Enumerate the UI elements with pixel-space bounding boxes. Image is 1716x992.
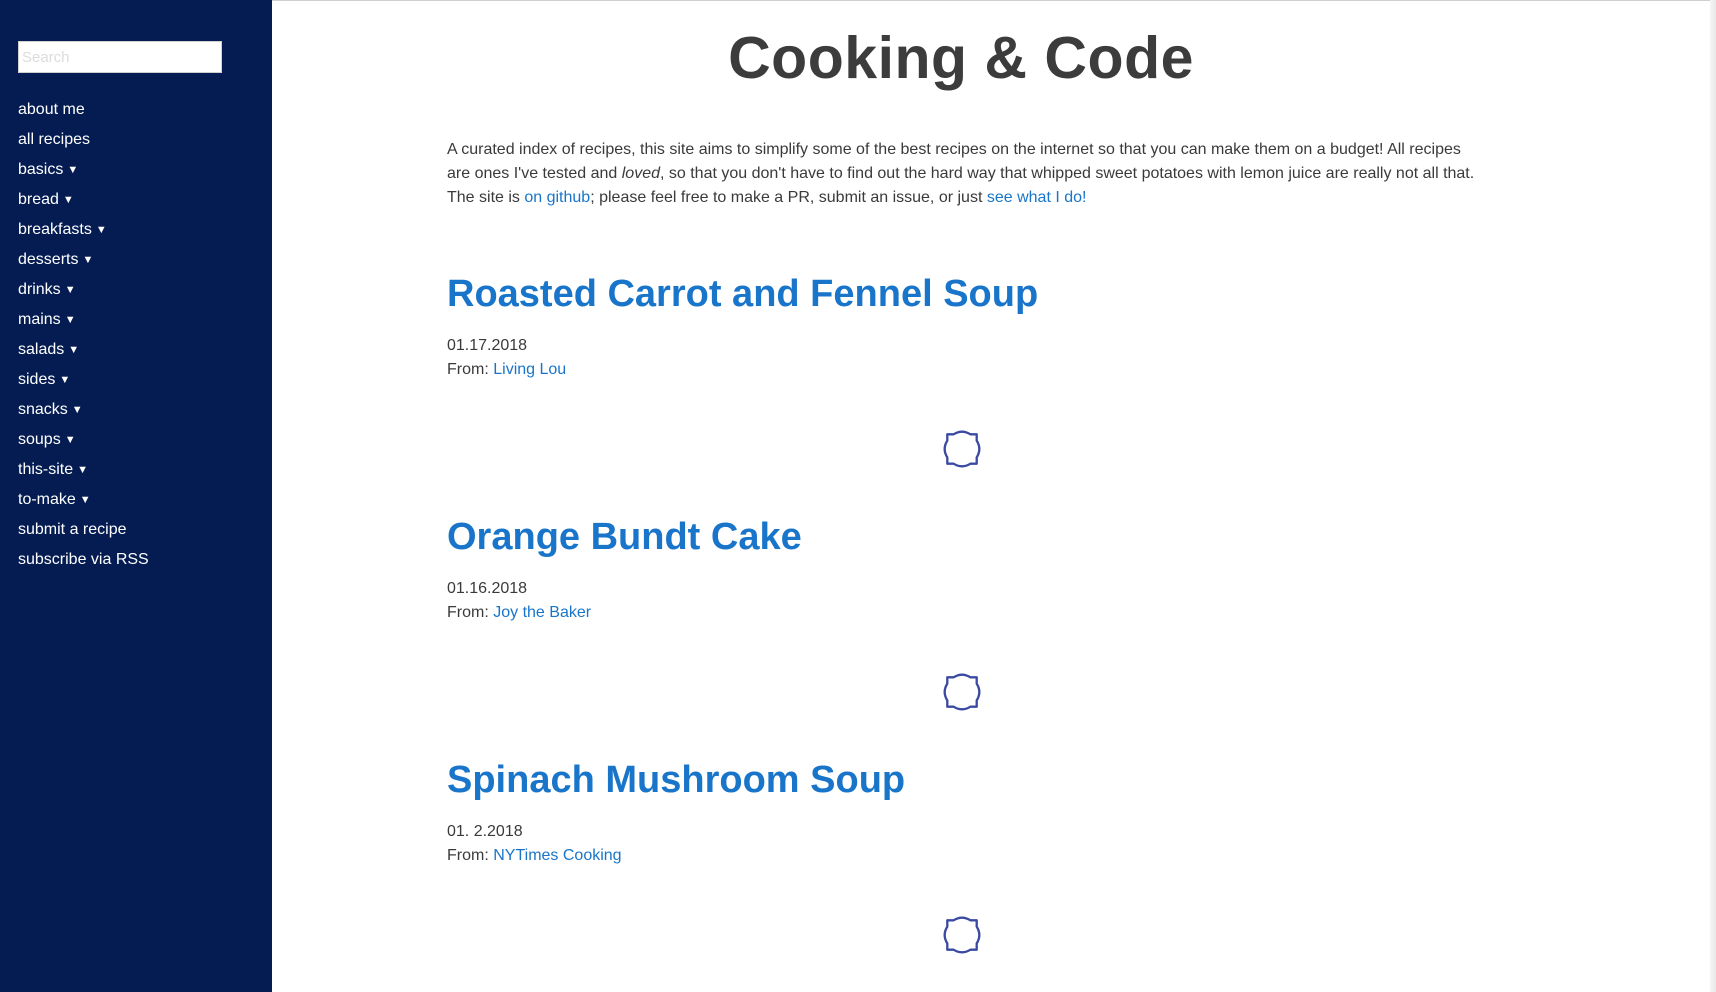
sidebar-item-desserts[interactable]: desserts ▼ [18, 245, 149, 275]
search-input[interactable] [18, 41, 222, 73]
intro-text: ; please feel free to make a PR, submit … [590, 189, 987, 206]
post-title-link[interactable]: Roasted Carrot and Fennel Soup [447, 272, 1347, 316]
caret-down-icon: ▼ [95, 224, 107, 236]
post-entry: Orange Bundt Cake 01.16.2018 From: Joy t… [447, 515, 1347, 625]
sidebar-item-label: salads [18, 341, 65, 358]
from-label: From: [447, 604, 489, 621]
sidebar-item-label: mains [18, 311, 61, 328]
sidebar: about me all recipes basics▼ bread▼ brea… [0, 0, 272, 992]
source-link[interactable]: Joy the Baker [493, 604, 591, 621]
from-label: From: [447, 361, 489, 378]
sidebar-nav: about me all recipes basics ▼ bread ▼ brea… [18, 95, 149, 575]
sidebar-item-label: snacks [18, 401, 68, 418]
sidebar-item-bread[interactable]: bread ▼ [18, 185, 149, 215]
post-date: 01.16.2018 [447, 580, 528, 597]
sidebar-item-this-site[interactable]: this-site ▼ [18, 455, 149, 485]
sidebar-item-label: this-site [18, 461, 74, 478]
post-title-link[interactable]: Spinach Mushroom Soup [447, 758, 1347, 802]
post-entry: Roasted Carrot and Fennel Soup 01.17.201… [447, 272, 1347, 382]
sidebar-item-subscribe-rss[interactable]: subscribe via RSS [18, 545, 149, 575]
sidebar-item-all-recipes[interactable]: all recipes [18, 125, 149, 155]
sidebar-item-label: sides [18, 371, 56, 388]
caret-down-icon: ▼ [68, 344, 80, 356]
sidebar-item-soups[interactable]: soups ▼ [18, 425, 149, 455]
ornamental-divider-icon [943, 916, 981, 954]
sidebar-item-label: drinks [18, 281, 61, 298]
sidebar-item-label: to-make [18, 491, 76, 508]
caret-down-icon: ▼ [82, 254, 94, 266]
intro-emphasis: loved [621, 165, 660, 182]
caret-down-icon: ▼ [64, 284, 76, 296]
ornamental-divider-icon [943, 430, 981, 468]
see-what-i-do-link[interactable]: see what I do! [987, 189, 1087, 206]
sidebar-item-submit-recipe[interactable]: submit a recipe [18, 515, 149, 545]
caret-down-icon: ▼ [71, 404, 83, 416]
post-source: From: NYTimes Cooking [447, 844, 1347, 868]
sidebar-item-salads[interactable]: salads ▼ [18, 335, 149, 365]
sidebar-item-sides[interactable]: sides ▼ [18, 365, 149, 395]
post-date: 01.17.2018 [447, 337, 528, 354]
sidebar-item-label: soups [18, 431, 61, 448]
post-source: From: Living Lou [447, 358, 1347, 382]
sidebar-item-about-me[interactable]: about me [18, 95, 149, 125]
sidebar-item-label: basics [18, 161, 64, 178]
sidebar-item-snacks[interactable]: snacks ▼ [18, 395, 149, 425]
sidebar-item-drinks[interactable]: drinks ▼ [18, 275, 149, 305]
intro-paragraph: A curated index of recipes, this site ai… [447, 138, 1477, 210]
github-link[interactable]: on github [524, 189, 590, 206]
caret-down-icon: ▼ [67, 164, 79, 176]
caret-down-icon: ▼ [59, 374, 71, 386]
sidebar-item-to-make[interactable]: to-make ▼ [18, 485, 149, 515]
sidebar-item-mains[interactable]: mains ▼ [18, 305, 149, 335]
source-link[interactable]: Living Lou [493, 361, 566, 378]
sidebar-item-label: desserts [18, 251, 79, 268]
caret-down-icon: ▼ [77, 464, 89, 476]
sidebar-item-breakfasts[interactable]: breakfasts ▼ [18, 215, 149, 245]
post-title-link[interactable]: Orange Bundt Cake [447, 515, 1347, 559]
caret-down-icon: ▼ [64, 434, 76, 446]
sidebar-item-basics[interactable]: basics ▼ [18, 155, 149, 185]
post-source: From: Joy the Baker [447, 601, 1347, 625]
site-title: Cooking & Code [728, 25, 1194, 91]
sidebar-item-label: breakfasts [18, 221, 92, 238]
post-entry: Spinach Mushroom Soup 01. 2.2018 From: N… [447, 758, 1347, 868]
scrollbar-track[interactable] [1710, 0, 1716, 992]
sidebar-item-label: all recipes [18, 131, 91, 148]
source-link[interactable]: NYTimes Cooking [493, 847, 621, 864]
post-date: 01. 2.2018 [447, 823, 523, 840]
sidebar-item-label: about me [18, 101, 85, 118]
caret-down-icon: ▼ [79, 494, 91, 506]
sidebar-item-label: bread [18, 191, 59, 208]
sidebar-item-label: subscribe via RSS [18, 551, 149, 568]
caret-down-icon: ▼ [64, 314, 76, 326]
sidebar-item-label: submit a recipe [18, 521, 127, 538]
caret-down-icon: ▼ [62, 194, 74, 206]
from-label: From: [447, 847, 489, 864]
ornamental-divider-icon [943, 673, 981, 711]
main-content: Cooking & Code A curated index of recipe… [272, 0, 1710, 992]
